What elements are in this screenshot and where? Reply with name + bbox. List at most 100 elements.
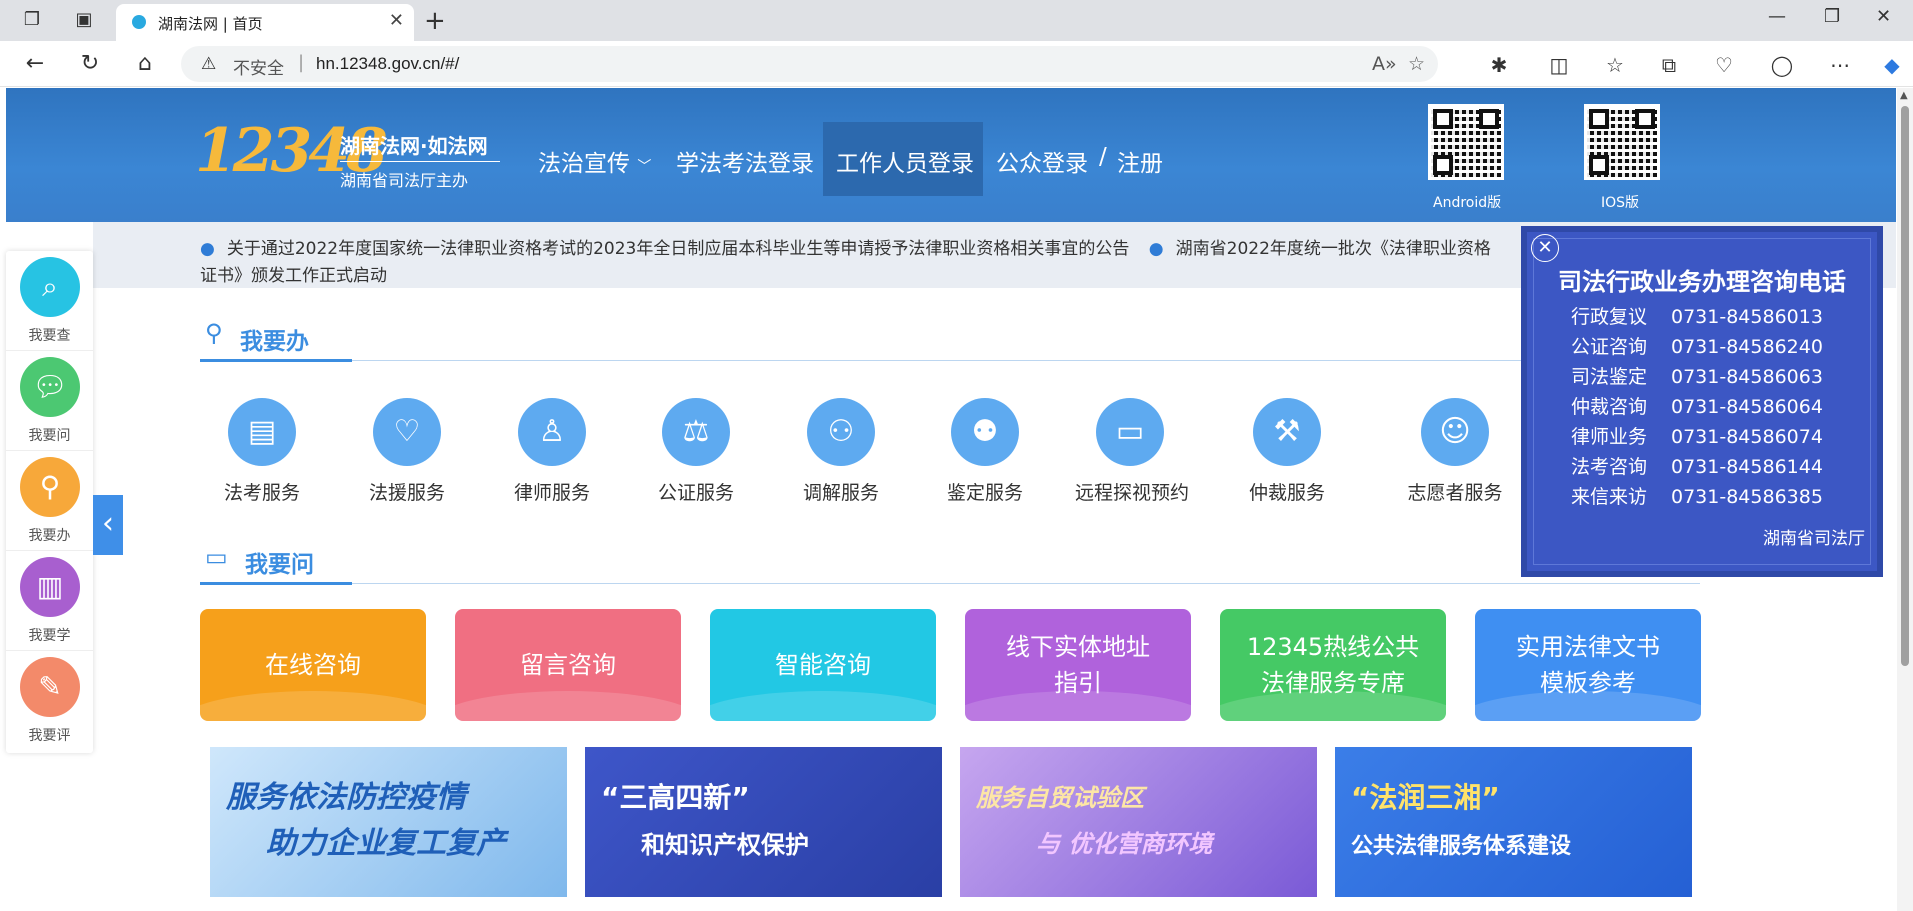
- sidebar-item-label: 我要查: [28, 328, 71, 344]
- phone-category: 法考咨询: [1571, 456, 1648, 478]
- service-notary[interactable]: ⚖ 公证服务: [641, 398, 751, 505]
- read-aloud-icon[interactable]: A»: [1372, 53, 1397, 75]
- sidebar-collapse-button[interactable]: ‹: [93, 495, 123, 555]
- nav-exam-login[interactable]: 学法考法登录: [676, 144, 814, 178]
- scrollbar-thumb[interactable]: [1901, 106, 1909, 666]
- page-scrollbar[interactable]: ▲: [1897, 88, 1913, 911]
- bullet-icon: ●: [200, 239, 215, 259]
- section-title-do: 我要办: [240, 329, 309, 355]
- minimize-icon[interactable]: —: [1768, 6, 1786, 27]
- logo-divider: [340, 161, 500, 162]
- browser-tab[interactable]: 湖南法网 | 首页 ✕: [116, 4, 414, 41]
- sidebar-item-search[interactable]: ⌕ 我要查: [6, 251, 93, 351]
- card-online-consult[interactable]: 在线咨询: [200, 609, 426, 721]
- banner-line1: 服务自贸试验区: [976, 784, 1144, 812]
- service-remote-visit[interactable]: ▭ 远程探视预约: [1075, 398, 1189, 505]
- tab-close-icon[interactable]: ✕: [389, 10, 404, 31]
- service-arbitration[interactable]: ⚒ 仲裁服务: [1232, 398, 1342, 505]
- consult-phone-popup: ✕ 司法行政业务办理咨询电话 行政复议 0731-84586013 公证咨询 073…: [1521, 226, 1883, 577]
- card-smart-consult[interactable]: 智能咨询: [710, 609, 936, 721]
- card-line1: 智能咨询: [775, 651, 871, 679]
- banner-text: “法润三湘” 公共法律服务体系建设: [1351, 775, 1571, 870]
- nav-propaganda[interactable]: 法治宣传 ﹀: [538, 144, 651, 178]
- logo-title[interactable]: 湖南法网·如法网: [340, 130, 488, 159]
- popup-close-icon[interactable]: ✕: [1531, 234, 1559, 262]
- card-line2: 法律服务专席: [1260, 669, 1405, 697]
- more-menu-icon[interactable]: ⋯: [1828, 53, 1852, 77]
- banner-free-trade[interactable]: 服务自贸试验区与 优化营商环境: [960, 747, 1317, 897]
- service-mediation[interactable]: ⚇ 调解服务: [786, 398, 896, 505]
- notice-item[interactable]: 关于通过2022年度国家统一法律职业资格考试的2023年全日制应届本科毕业生等申…: [227, 239, 1130, 259]
- phone-row: 来信来访 0731-84586385: [1571, 482, 1823, 509]
- url-text[interactable]: hn.12348.gov.cn/#/: [316, 54, 459, 74]
- sidebar-item-label: 我要评: [28, 728, 71, 744]
- address-bar[interactable]: ⚠ 不安全 | hn.12348.gov.cn/#/ A» ☆: [181, 46, 1438, 82]
- refresh-icon[interactable]: ↻: [77, 51, 103, 77]
- service-appraisal[interactable]: ⚉ 鉴定服务: [930, 398, 1040, 505]
- security-label[interactable]: 不安全: [233, 54, 284, 79]
- pin-section-icon: ⚲: [205, 319, 223, 347]
- address-separator: |: [298, 52, 305, 73]
- card-line1: 线下实体地址: [1006, 633, 1150, 661]
- phone-number: 0731-84586074: [1671, 426, 1823, 448]
- sidebar-item-label: 我要办: [28, 528, 71, 544]
- certificate-icon: ▤: [228, 398, 296, 466]
- banner-ip-protection[interactable]: “三高四新” 和知识产权保护: [585, 747, 942, 897]
- copilot-icon[interactable]: ◆: [1880, 53, 1904, 77]
- phone-row: 律师业务 0731-84586074: [1571, 422, 1823, 449]
- card-line1: 留言咨询: [520, 651, 616, 679]
- card-legal-templates[interactable]: 实用法律文书 模板参考: [1475, 609, 1701, 721]
- service-label: 调解服务: [802, 482, 879, 504]
- sidebar-item-label: 我要学: [28, 628, 71, 644]
- card-message-consult[interactable]: 留言咨询: [455, 609, 681, 721]
- nav-public-login[interactable]: 公众登录: [996, 144, 1088, 178]
- service-label: 鉴定服务: [946, 482, 1023, 504]
- workspaces-icon[interactable]: ❐: [20, 8, 44, 32]
- notice-list: ● 关于通过2022年度国家统一法律职业资格考试的2023年全日制应届本科毕业生等…: [200, 236, 1500, 290]
- browser-essentials-icon[interactable]: ♡: [1712, 53, 1736, 77]
- service-label: 律师服务: [513, 482, 590, 504]
- new-tab-icon[interactable]: +: [424, 6, 446, 36]
- back-icon[interactable]: ←: [22, 51, 48, 77]
- service-exam[interactable]: ▤ 法考服务: [207, 398, 317, 505]
- extensions-icon[interactable]: ✱: [1487, 53, 1511, 77]
- sidebar-item-learn[interactable]: ▥ 我要学: [6, 551, 93, 651]
- banner-epidemic[interactable]: 服务依法防控疫情 助力企业复工复产: [210, 747, 567, 897]
- warning-icon[interactable]: ⚠: [201, 54, 216, 74]
- window-close-icon[interactable]: ✕: [1876, 6, 1891, 27]
- banner-text: “三高四新” 和知识产权保护: [601, 775, 809, 868]
- card-offline-address[interactable]: 线下实体地址 指引: [965, 609, 1191, 721]
- service-lawyer[interactable]: ♙ 律师服务: [497, 398, 607, 505]
- maximize-icon[interactable]: ❐: [1824, 6, 1840, 27]
- service-label: 志愿者服务: [1407, 482, 1503, 504]
- phone-category: 行政复议: [1571, 306, 1648, 328]
- scroll-up-icon[interactable]: ▲: [1900, 90, 1908, 101]
- favorite-star-icon[interactable]: ☆: [1408, 53, 1425, 75]
- phone-number: 0731-84586385: [1671, 486, 1823, 508]
- nav-staff-login[interactable]: 工作人员登录: [836, 144, 974, 178]
- phone-row: 公证咨询 0731-84586240: [1571, 332, 1823, 359]
- phone-row: 司法鉴定 0731-84586063: [1571, 362, 1823, 389]
- quick-sidebar: ⌕ 我要查 💬︎ 我要问 ⚲ 我要办 ▥ 我要学 ✎ 我要评: [6, 251, 93, 753]
- banner-fa-run-san-xiang[interactable]: “法润三湘” 公共法律服务体系建设: [1335, 747, 1692, 897]
- book-icon: ▥: [20, 557, 80, 617]
- tab-actions-icon[interactable]: ▣: [72, 8, 96, 32]
- nav-register[interactable]: 注册: [1117, 144, 1163, 178]
- split-screen-icon[interactable]: ◫: [1547, 53, 1571, 77]
- sidebar-item-rate[interactable]: ✎ 我要评: [6, 651, 93, 751]
- card-line1: 12345热线公共: [1246, 633, 1420, 661]
- collections-icon[interactable]: ⧉: [1657, 53, 1681, 77]
- phone-row: 仲裁咨询 0731-84586064: [1571, 392, 1823, 419]
- phone-number: 0731-84586064: [1671, 396, 1823, 418]
- banner-line2: 与 优化营商环境: [1036, 830, 1213, 858]
- home-icon[interactable]: ⌂: [132, 51, 158, 77]
- favorites-icon[interactable]: ☆: [1603, 53, 1627, 77]
- banner-line1: “三高四新”: [601, 781, 750, 814]
- nav-propaganda-label: 法治宣传: [538, 151, 630, 177]
- profile-icon[interactable]: ◯: [1770, 53, 1794, 77]
- service-legal-aid[interactable]: ♡ 法援服务: [352, 398, 462, 505]
- sidebar-item-do[interactable]: ⚲ 我要办: [6, 451, 93, 551]
- card-12345-hotline[interactable]: 12345热线公共 法律服务专席: [1220, 609, 1446, 721]
- sidebar-item-ask[interactable]: 💬︎ 我要问: [6, 351, 93, 451]
- service-volunteer[interactable]: ☺ 志愿者服务: [1400, 398, 1510, 505]
